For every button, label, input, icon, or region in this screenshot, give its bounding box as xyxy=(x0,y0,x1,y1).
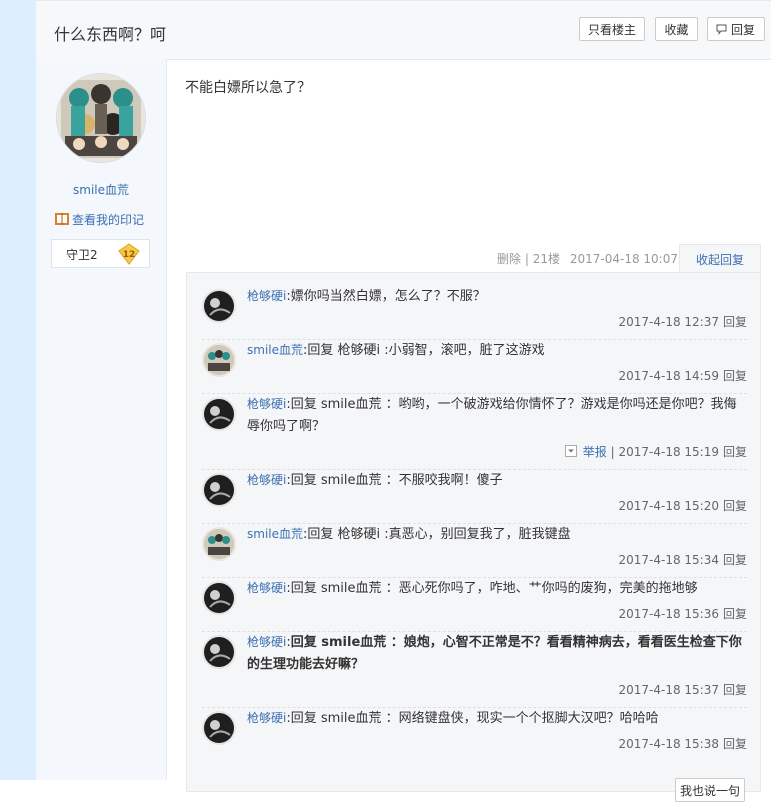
thread-header: 什么东西啊？呵 只看楼主 收藏 回复 xyxy=(36,0,771,60)
list-item: 枪够硬i:回复 smile血荒 ：网络键盘侠，现实一个个抠脚大汉吧？哈哈哈 20… xyxy=(202,707,747,761)
reply-time: 2017-4-18 15:19 xyxy=(618,445,719,459)
reply-avatar-image xyxy=(202,473,236,507)
avatar-image xyxy=(57,74,145,162)
favorite-button[interactable]: 收藏 xyxy=(655,17,698,41)
reply-time: 2017-4-18 15:36 xyxy=(618,607,719,621)
dropdown-arrow-icon[interactable] xyxy=(564,445,577,457)
reply-username[interactable]: 枪够硬i xyxy=(247,473,286,487)
post-content-area: 不能白嫖所以急了？ 删除 | 21楼 2017-04-18 10:07 收起回复… xyxy=(167,59,771,802)
reply-text: 嫖你吗当然白嫖，怎么了？不服？ xyxy=(290,289,486,304)
reply-avatar[interactable] xyxy=(202,635,236,669)
author-sidebar: smile血荒 查看我的印记 守卫2 12 xyxy=(36,59,167,780)
list-item: 枪够硬i:嫖你吗当然白嫖，怎么了？不服？ 2017-4-18 12:37 回复 xyxy=(202,285,747,340)
reply-list: 枪够硬i:嫖你吗当然白嫖，怎么了？不服？ 2017-4-18 12:37 回复 s… xyxy=(186,272,761,802)
comment-icon xyxy=(716,24,727,35)
reply-text: 回复 smile血荒 ：网络键盘侠，现实一个个抠脚大汉吧？哈哈哈 xyxy=(290,711,659,726)
reply-avatar[interactable] xyxy=(202,711,236,745)
reply-avatar-image xyxy=(202,343,236,377)
reply-time: 2017-4-18 15:20 xyxy=(618,499,719,513)
reply-username[interactable]: 枪够硬i xyxy=(247,635,286,649)
reply-avatar[interactable] xyxy=(202,289,236,323)
reply-avatar-image xyxy=(202,397,236,431)
post-meta: 删除 | 21楼 2017-04-18 10:07 xyxy=(497,250,678,267)
reply-avatar-image xyxy=(202,289,236,323)
only-op-button[interactable]: 只看楼主 xyxy=(579,17,645,41)
list-item: smile血荒:回复 枪够硬i :小弱智，滚吧，脏了这游戏 2017-4-18 … xyxy=(202,339,747,394)
view-imprint-link[interactable]: 查看我的印记 xyxy=(54,211,144,228)
reply-avatar[interactable] xyxy=(202,473,236,507)
list-item: 枪够硬i:回复 smile血荒 ：娘炮，心智不正常是不？看看精神病去，看看医生检… xyxy=(202,631,747,708)
reply-link[interactable]: 回复 xyxy=(723,607,747,621)
level-badge-icon: 12 xyxy=(118,243,140,265)
reply-username[interactable]: 枪够硬i xyxy=(247,289,286,303)
reply-username[interactable]: 枪够硬i xyxy=(247,581,286,595)
reply-text: 回复 smile血荒 ：哟哟，一个破游戏给你情怀了？游戏是你吗还是你吧？我侮辱你… xyxy=(247,397,737,434)
reply-link[interactable]: 回复 xyxy=(723,369,747,383)
reply-username[interactable]: 枪够硬i xyxy=(247,711,286,725)
reply-link[interactable]: 回复 xyxy=(723,499,747,513)
reply-username[interactable]: 枪够硬i xyxy=(247,397,286,411)
reply-link[interactable]: 回复 xyxy=(723,553,747,567)
post-body: 不能白嫖所以急了？ xyxy=(185,80,311,96)
meta-separator: | xyxy=(524,252,533,266)
reply-button-label: 回复 xyxy=(730,23,755,37)
member-badge[interactable]: 守卫2 12 xyxy=(51,239,150,268)
reply-username[interactable]: smile血荒 xyxy=(247,343,303,357)
post-time: 2017-04-18 10:07 xyxy=(569,252,678,266)
reply-time: 2017-4-18 15:34 xyxy=(618,553,719,567)
reply-avatar-image xyxy=(202,635,236,669)
list-item: 枪够硬i:回复 smile血荒 ：恶心死你吗了，咋地、艹你吗的废狗，完美的拖地够… xyxy=(202,577,747,632)
book-icon xyxy=(55,213,69,225)
reply-username[interactable]: smile血荒 xyxy=(247,527,303,541)
reply-avatar-image xyxy=(202,527,236,561)
reply-text: 回复 smile血荒 ：恶心死你吗了，咋地、艹你吗的废狗，完美的拖地够 xyxy=(290,581,698,596)
reply-button[interactable]: 回复 xyxy=(707,17,765,41)
reply-link[interactable]: 回复 xyxy=(723,315,747,329)
reply-text: 回复 枪够硬i :小弱智，滚吧，脏了这游戏 xyxy=(307,343,545,358)
view-imprint-label: 查看我的印记 xyxy=(72,213,145,227)
reply-text: 回复 枪够硬i :真恶心，别回复我了，脏我键盘 xyxy=(307,527,571,542)
reply-time: 2017-4-18 14:59 xyxy=(618,369,719,383)
badge-name: 守卫2 xyxy=(66,248,98,262)
reply-avatar-image xyxy=(202,581,236,615)
thread-container: 什么东西啊？呵 只看楼主 收藏 回复 smile血荒 查看我的印记 守卫2 12… xyxy=(36,0,772,802)
reply-text: 回复 smile血荒 ：娘炮，心智不正常是不？看看精神病去，看看医生检查下你的生… xyxy=(247,635,742,672)
list-item: 枪够硬i:回复 smile血荒 ：不服咬我啊！傻子 2017-4-18 15:2… xyxy=(202,469,747,524)
report-link[interactable]: 举报 xyxy=(583,445,607,459)
badge-level: 12 xyxy=(123,250,136,260)
add-comment-button[interactable]: 我也说一句 xyxy=(675,778,745,802)
collapse-replies-tab[interactable]: 收起回复 xyxy=(679,244,761,274)
reply-avatar[interactable] xyxy=(202,343,236,377)
author-username[interactable]: smile血荒 xyxy=(36,181,166,198)
left-background-strip xyxy=(0,0,37,780)
reply-avatar[interactable] xyxy=(202,527,236,561)
reply-link[interactable]: 回复 xyxy=(723,445,747,459)
reply-link[interactable]: 回复 xyxy=(723,737,747,751)
reply-time: 2017-4-18 12:37 xyxy=(618,315,719,329)
reply-link[interactable]: 回复 xyxy=(723,683,747,697)
list-item: smile血荒:回复 枪够硬i :真恶心，别回复我了，脏我键盘 2017-4-1… xyxy=(202,523,747,578)
floor-number: 21楼 xyxy=(532,252,561,266)
reply-time: 2017-4-18 15:37 xyxy=(618,683,719,697)
reply-avatar-image xyxy=(202,711,236,745)
reply-avatar[interactable] xyxy=(202,581,236,615)
delete-link[interactable]: 删除 xyxy=(497,252,521,266)
author-avatar[interactable] xyxy=(56,73,146,163)
reply-time: 2017-4-18 15:38 xyxy=(618,737,719,751)
list-item: 枪够硬i:回复 smile血荒 ：哟哟，一个破游戏给你情怀了？游戏是你吗还是你吧… xyxy=(202,393,747,470)
reply-avatar[interactable] xyxy=(202,397,236,431)
reply-text: 回复 smile血荒 ：不服咬我啊！傻子 xyxy=(290,473,503,488)
thread-title: 什么东西啊？呵 xyxy=(54,25,167,44)
